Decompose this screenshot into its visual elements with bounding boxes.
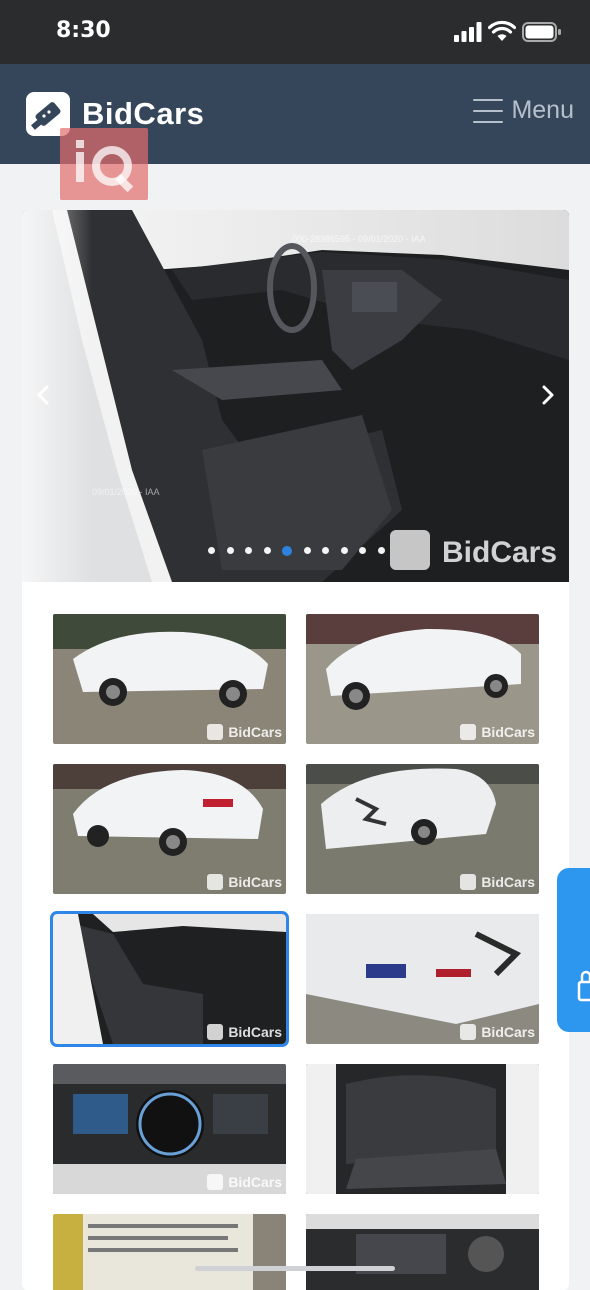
- hamburger-icon: [473, 98, 504, 123]
- home-indicator: [195, 1266, 395, 1271]
- slider-dot-10[interactable]: [377, 547, 385, 554]
- thumb-watermark: BidCars: [460, 1024, 535, 1040]
- status-bar: 8:30: [0, 0, 590, 64]
- battery-icon: [522, 22, 561, 42]
- thumbnail-8[interactable]: [306, 1064, 539, 1194]
- thumbnail-1[interactable]: BidCars: [53, 614, 286, 744]
- slider-dot-5[interactable]: [282, 545, 292, 556]
- floating-side-tab[interactable]: [557, 868, 590, 1032]
- wifi-icon: [488, 20, 516, 41]
- thumb-watermark: BidCars: [207, 1024, 282, 1040]
- prev-arrow-icon[interactable]: [28, 380, 58, 410]
- thumbnail-6[interactable]: BidCars: [306, 914, 539, 1044]
- menu-label: Menu: [511, 96, 574, 124]
- watermark-logo-icon: [390, 530, 430, 570]
- slider-dot-9[interactable]: [359, 547, 366, 554]
- watermark-logo-icon: [460, 724, 477, 740]
- menu-button[interactable]: Menu: [473, 96, 574, 125]
- watermark-logo-icon: [207, 1024, 224, 1040]
- main-photo-watermark: BidCars: [442, 536, 557, 569]
- brand-name: BidCars: [82, 96, 205, 131]
- thumb-watermark: BidCars: [207, 874, 282, 890]
- gallery-card: 000-28386595 - 09/01/2020 - IAA 09/01/20…: [22, 210, 569, 1290]
- next-arrow-icon[interactable]: [533, 380, 563, 410]
- watermark-logo-icon: [207, 874, 224, 890]
- thumb-engine-bay: [306, 1214, 539, 1290]
- watermark-logo-icon: [460, 874, 477, 890]
- cellular-signal-icon: [454, 22, 482, 42]
- main-photo-interior: 000-28386595 - 09/01/2020 - IAA 09/01/20…: [22, 210, 569, 582]
- thumb-watermark: BidCars: [460, 874, 535, 890]
- thumbnail-2[interactable]: BidCars: [306, 614, 539, 744]
- thumbnail-10[interactable]: [306, 1214, 539, 1290]
- watermark-logo-icon: [207, 724, 224, 740]
- slider-dots: [208, 545, 396, 556]
- thumbnail-3[interactable]: BidCars: [53, 764, 286, 894]
- watermark-logo-icon: [207, 1174, 224, 1190]
- slider-dot-2[interactable]: [226, 547, 234, 554]
- thumbnail-5[interactable]: BidCars: [50, 911, 289, 1047]
- slider-dot-8[interactable]: [340, 547, 348, 554]
- watermark-logo-icon: [460, 1024, 477, 1040]
- slider-dot-7[interactable]: [322, 547, 329, 554]
- thumbnail-9[interactable]: [53, 1214, 286, 1290]
- main-photo-slider[interactable]: 000-28386595 - 09/01/2020 - IAA 09/01/20…: [22, 210, 569, 582]
- thumb-watermark: BidCars: [207, 1174, 282, 1190]
- thumb-watermark: BidCars: [207, 724, 282, 740]
- thumb-door-label: [53, 1214, 286, 1290]
- photo-caption-mid: 09/01/2020 - IAA: [92, 487, 160, 497]
- iq-logo-overlay: [60, 128, 148, 200]
- thumb-watermark: BidCars: [460, 724, 535, 740]
- status-time: 8:30: [56, 18, 111, 43]
- photo-caption-top: 000-28386595 - 09/01/2020 - IAA: [292, 234, 426, 244]
- thumbnail-7[interactable]: BidCars: [53, 1064, 286, 1194]
- thumbnail-4[interactable]: BidCars: [306, 764, 539, 894]
- slider-dot-6[interactable]: [303, 547, 311, 554]
- slider-dot-4[interactable]: [263, 547, 271, 554]
- slider-dot-3[interactable]: [245, 547, 252, 554]
- slider-dot-1[interactable]: [208, 547, 215, 554]
- thumb-rear-seats: [306, 1064, 539, 1194]
- lock-icon: [577, 970, 590, 1002]
